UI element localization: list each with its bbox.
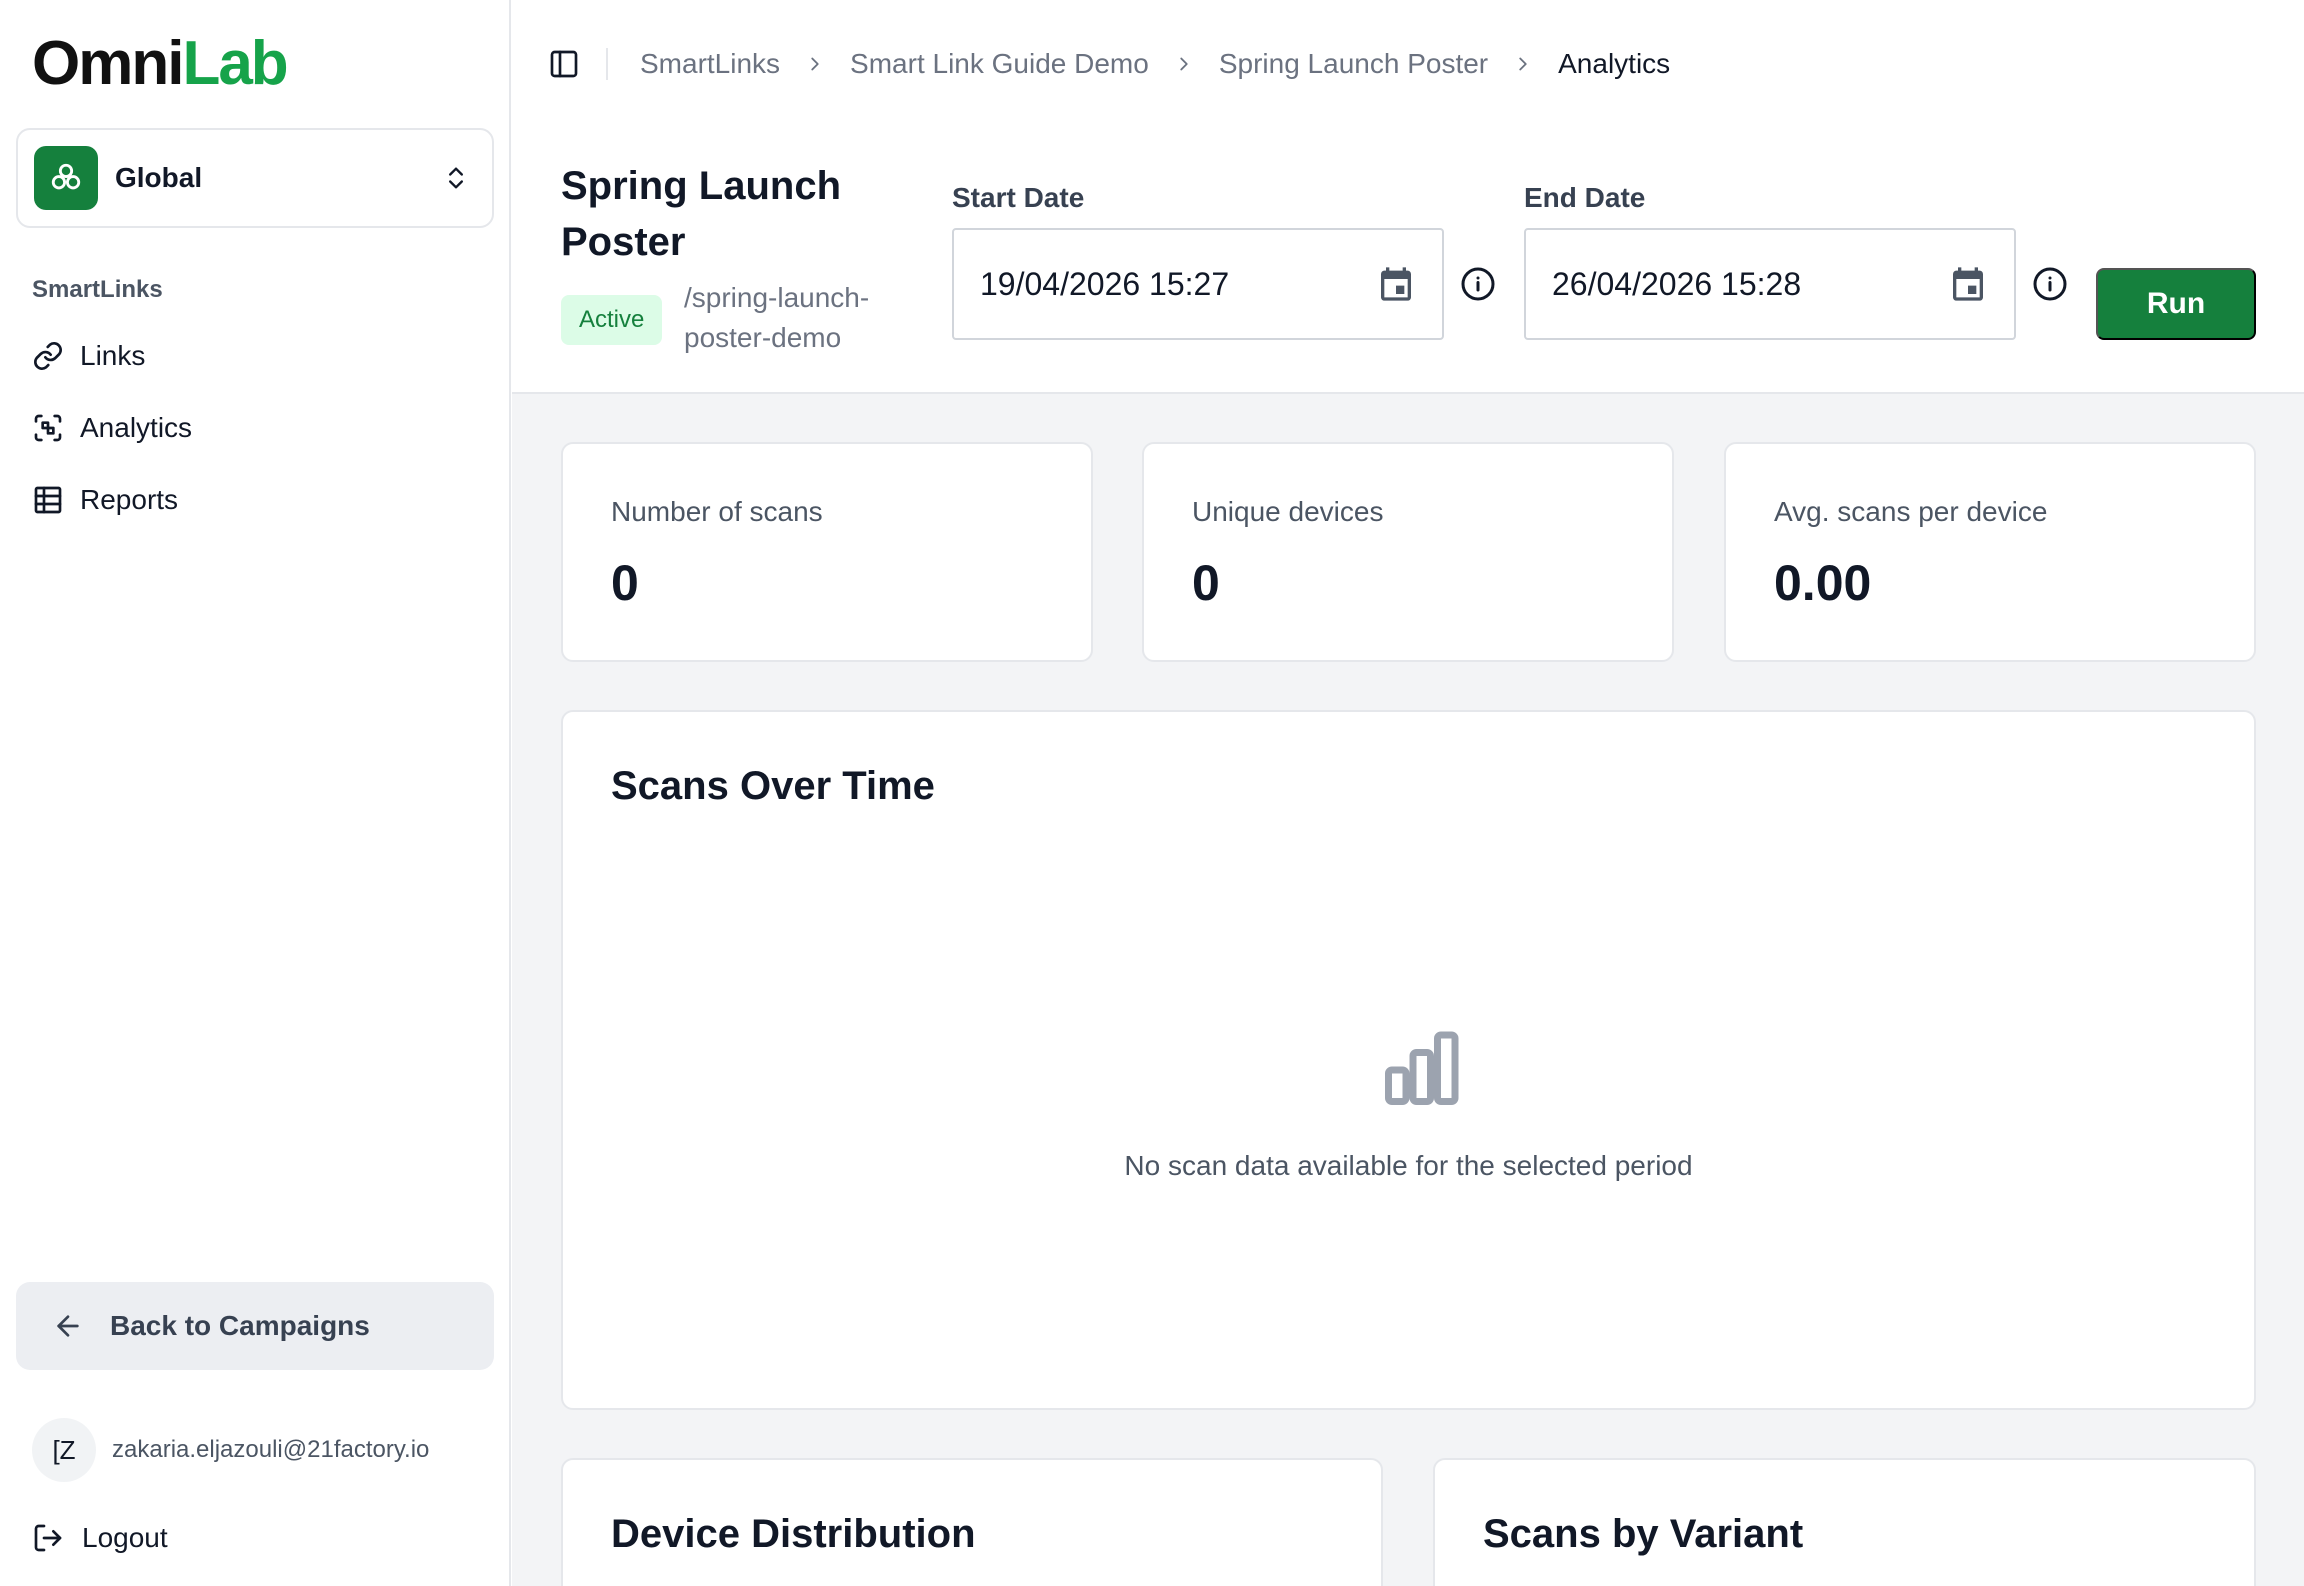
end-date-label: End Date	[1524, 182, 1646, 213]
user-profile[interactable]: [Z zakaria.eljazouli@21factory.io	[32, 1418, 429, 1482]
avatar: [Z	[32, 1418, 96, 1482]
end-date-value: 26/04/2026 15:28	[1552, 265, 1802, 302]
chevron-right-icon	[1173, 53, 1195, 75]
empty-state-message: No scan data available for the selected …	[1124, 1150, 1693, 1181]
card-title: Scans by Variant	[1483, 1512, 1804, 1556]
logout-icon	[32, 1522, 64, 1554]
breadcrumb-item-current: Analytics	[1558, 48, 1671, 79]
org-name: Global	[115, 162, 203, 193]
stat-value: 0	[611, 555, 639, 611]
info-icon[interactable]	[2032, 266, 2068, 302]
sidebar-item-links[interactable]: Links	[32, 332, 145, 380]
device-distribution-card: Device Distribution	[561, 1458, 1383, 1586]
org-switcher[interactable]: Global	[16, 128, 494, 228]
logo-text-lab: Lab	[182, 29, 288, 98]
end-date-input[interactable]: 26/04/2026 15:28	[1524, 228, 2016, 340]
page-header: SmartLinks Smart Link Guide Demo Spring …	[512, 0, 2304, 394]
sidebar-toggle-icon[interactable]	[548, 48, 580, 80]
page-title: Spring Launch Poster	[561, 164, 841, 264]
card-title: Scans Over Time	[611, 764, 935, 808]
start-date-label: Start Date	[952, 182, 1085, 213]
back-to-campaigns-button[interactable]: Back to Campaigns	[16, 1282, 494, 1370]
start-date-value: 19/04/2026 15:27	[980, 265, 1230, 302]
link-slug: /spring-launch-poster-demo	[684, 282, 870, 353]
stat-value: 0	[1192, 555, 1220, 611]
logout-label: Logout	[82, 1522, 168, 1553]
stat-card-unique-devices: Unique devices 0	[1142, 442, 1674, 662]
stat-label: Avg. scans per device	[1774, 496, 2048, 527]
table-icon	[32, 484, 64, 516]
stat-card-number-of-scans: Number of scans 0	[561, 442, 1093, 662]
stat-label: Number of scans	[611, 496, 823, 527]
breadcrumb-divider	[606, 48, 608, 80]
run-button[interactable]: Run	[2096, 268, 2256, 340]
sidebar-item-label: Reports	[80, 484, 179, 515]
back-button-label: Back to Campaigns	[110, 1310, 370, 1341]
sidebar-item-label: Links	[80, 340, 146, 371]
omnilab-logo[interactable]: OmniLab	[32, 28, 289, 100]
chevron-right-icon	[1512, 53, 1534, 75]
scan-icon	[32, 412, 64, 444]
clover-icon	[34, 146, 98, 210]
card-title: Device Distribution	[611, 1512, 976, 1556]
calendar-icon[interactable]	[1376, 264, 1416, 304]
logo-text-omni: Omni	[32, 29, 184, 98]
logout-button[interactable]: Logout	[32, 1514, 168, 1562]
arrow-left-icon	[52, 1310, 84, 1342]
user-email: zakaria.eljazouli@21factory.io	[112, 1436, 430, 1463]
main-content: SmartLinks Smart Link Guide Demo Spring …	[512, 0, 2304, 1586]
link-icon	[32, 340, 64, 372]
sidebar: OmniLab Global SmartLinks Links Analytic…	[0, 0, 511, 1586]
bar-chart-icon	[1378, 1028, 1462, 1112]
breadcrumb-item-smartlinks[interactable]: SmartLinks	[640, 48, 780, 80]
stat-label: Unique devices	[1192, 496, 1384, 527]
sidebar-item-analytics[interactable]: Analytics	[32, 404, 192, 452]
stat-card-avg-scans: Avg. scans per device 0.00	[1724, 442, 2256, 662]
chevron-right-icon	[804, 53, 826, 75]
sidebar-section-label: SmartLinks	[32, 276, 163, 303]
start-date-input[interactable]: 19/04/2026 15:27	[952, 228, 1444, 340]
sidebar-item-label: Analytics	[80, 412, 193, 443]
chevrons-up-down-icon	[442, 164, 470, 192]
breadcrumb: SmartLinks Smart Link Guide Demo Spring …	[548, 40, 1670, 88]
breadcrumb-item-poster[interactable]: Spring Launch Poster	[1219, 48, 1488, 80]
calendar-icon[interactable]	[1948, 264, 1988, 304]
sidebar-item-reports[interactable]: Reports	[32, 476, 178, 524]
scans-by-variant-card: Scans by Variant	[1433, 1458, 2256, 1586]
breadcrumb-item-guide-demo[interactable]: Smart Link Guide Demo	[850, 48, 1149, 80]
stat-value: 0.00	[1774, 555, 1872, 611]
status-badge: Active	[561, 295, 663, 345]
scans-over-time-card: Scans Over Time No scan data available f…	[561, 710, 2256, 1410]
info-icon[interactable]	[1460, 266, 1496, 302]
